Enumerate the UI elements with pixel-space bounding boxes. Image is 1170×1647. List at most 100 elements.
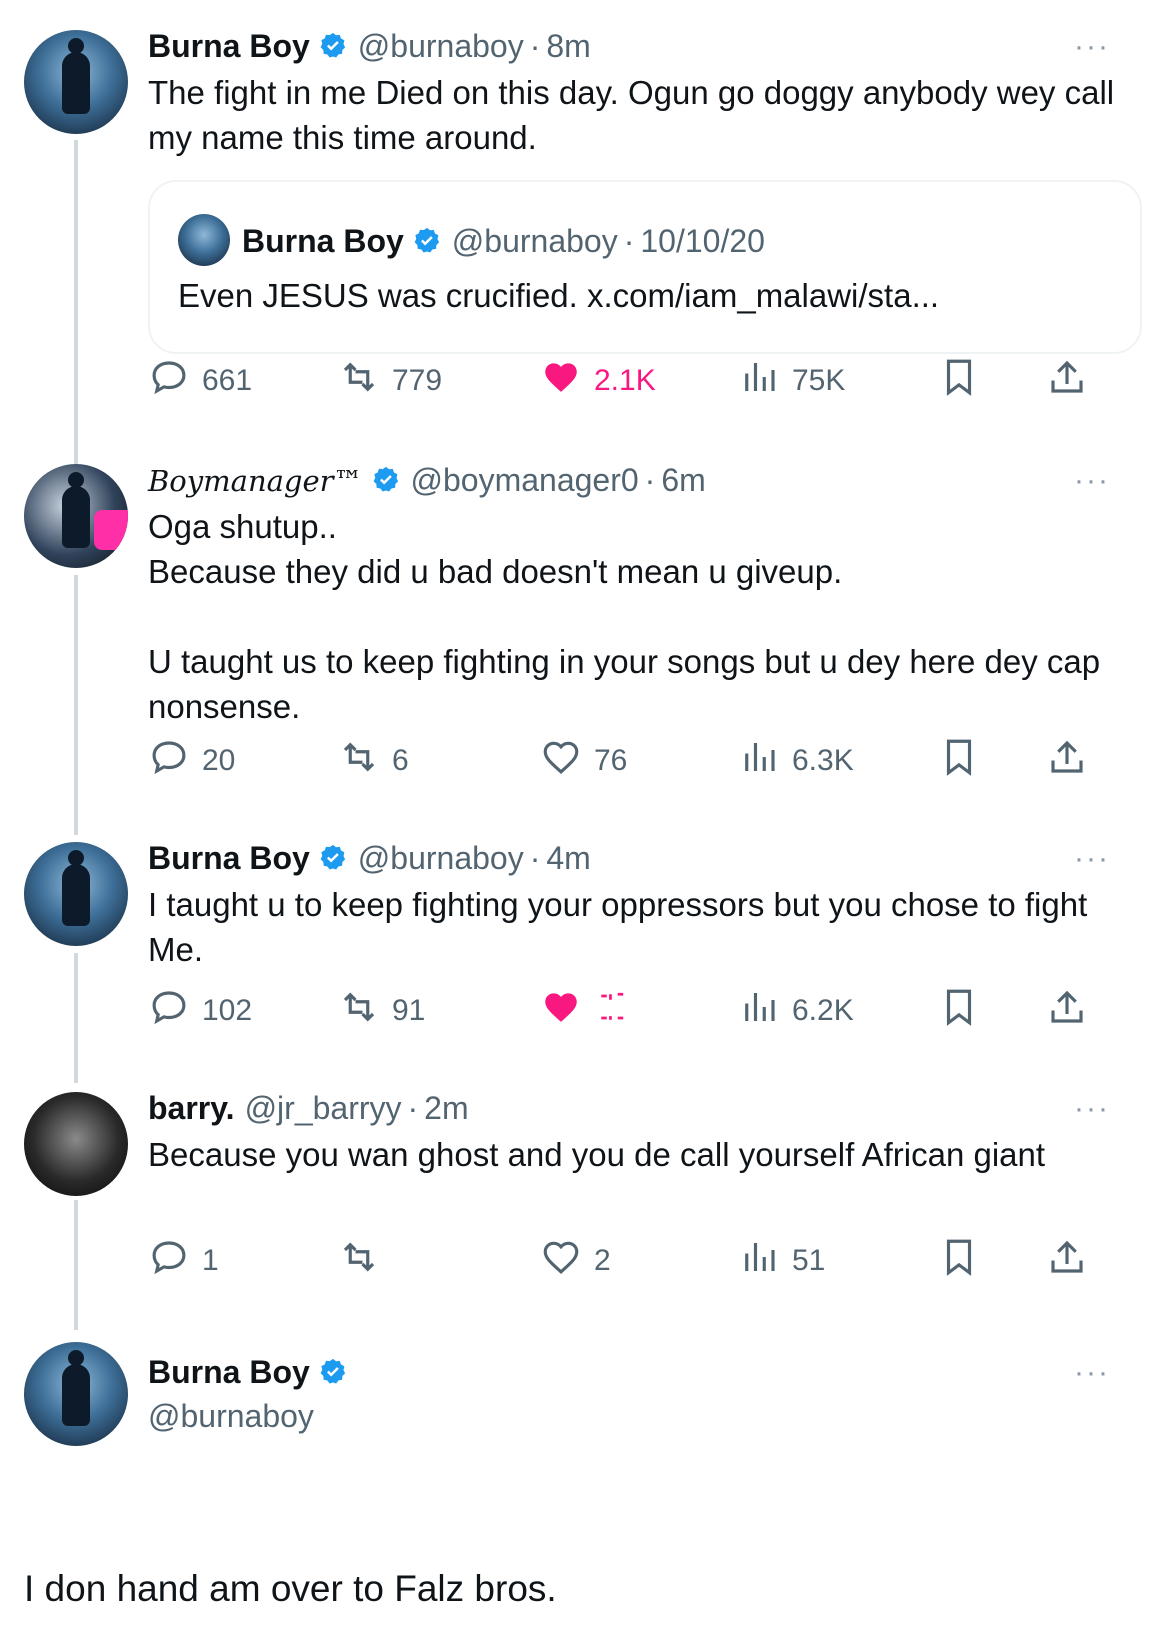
more-options-icon[interactable]: ··· [1074, 30, 1110, 64]
display-name[interactable]: Burna Boy [148, 1354, 310, 1390]
handle[interactable]: @burnaboy [358, 28, 524, 64]
share-icon [1046, 986, 1088, 1036]
verified-badge-icon [318, 31, 348, 69]
bookmark-button[interactable] [938, 736, 980, 786]
heart-icon [540, 1236, 582, 1286]
views-button[interactable]: 6.2K [738, 986, 854, 1036]
tweet-text: Oga shutup.. Because they did u bad does… [148, 508, 1101, 725]
handle[interactable]: @burnaboy [358, 840, 524, 876]
heart-icon [540, 736, 582, 786]
like-count: 2 [594, 1244, 611, 1277]
share-button[interactable] [1046, 356, 1088, 406]
views-count: 51 [792, 1244, 826, 1277]
views-chart-icon [738, 986, 780, 1036]
timestamp[interactable]: 8m [546, 28, 590, 64]
verified-badge-icon [318, 1357, 348, 1395]
avatar[interactable] [24, 1342, 128, 1446]
reply-button[interactable]: 1 [148, 1236, 219, 1286]
timestamp[interactable]: 4m [546, 840, 590, 876]
display-name[interactable]: barry. [148, 1090, 235, 1126]
views-count: 6.2K [792, 994, 854, 1027]
action-bar: 102 91 6.2K [148, 986, 1138, 1034]
tweet-text: Because you wan ghost and you de call yo… [148, 1136, 1046, 1173]
handle[interactable]: @boymanager0 [411, 462, 639, 498]
separator: · [623, 223, 635, 259]
like-button[interactable]: 76 [540, 736, 627, 786]
reply-count: 102 [202, 994, 253, 1027]
display-name[interactable]: Burna Boy [148, 28, 310, 64]
more-options-icon[interactable]: ··· [1074, 1356, 1110, 1390]
retweet-icon [338, 736, 380, 786]
bookmark-icon [938, 356, 980, 406]
views-chart-icon [738, 356, 780, 406]
handle[interactable]: @burnaboy [148, 1398, 314, 1434]
more-options-icon[interactable]: ··· [1074, 464, 1110, 498]
reply-button[interactable]: 20 [148, 736, 235, 786]
thread-line [74, 953, 78, 1083]
avatar[interactable] [24, 842, 128, 946]
tweet-text: I taught u to keep fighting your oppress… [148, 886, 1097, 968]
separator: · [407, 1090, 419, 1126]
retweet-count: 779 [392, 364, 443, 397]
retweet-button[interactable]: 6 [338, 736, 409, 786]
share-icon [1046, 1236, 1088, 1286]
more-options-icon[interactable]: ··· [1074, 842, 1110, 876]
reply-button[interactable]: 102 [148, 986, 252, 1036]
views-chart-icon [738, 1236, 780, 1286]
separator: · [529, 840, 541, 876]
bookmark-button[interactable] [938, 1236, 980, 1286]
retweet-button[interactable]: 779 [338, 356, 442, 406]
bookmark-icon [938, 986, 980, 1036]
share-icon [1046, 736, 1088, 786]
thread-line [74, 575, 78, 835]
tweet-header: Boymanager™ @boymanager0 · 6m [148, 462, 706, 503]
timestamp[interactable]: 2m [424, 1090, 468, 1126]
reply-count: 1 [202, 1244, 219, 1277]
display-name[interactable]: Boymanager™ [148, 464, 363, 498]
quoted-tweet[interactable]: Burna Boy @burnaboy · 10/10/20 Even JESUS w… [148, 180, 1142, 354]
date: 10/10/20 [640, 223, 765, 259]
timestamp[interactable]: 6m [661, 462, 705, 498]
like-button[interactable] [540, 986, 636, 1036]
verified-badge-icon [412, 226, 442, 264]
avatar[interactable] [24, 464, 128, 568]
reply-count: 661 [202, 364, 253, 397]
views-count: 6.3K [792, 744, 854, 777]
display-name[interactable]: Burna Boy [148, 840, 310, 876]
reply-icon [148, 356, 190, 406]
bookmark-button[interactable] [938, 356, 980, 406]
retweet-icon [338, 1236, 380, 1286]
share-button[interactable] [1046, 736, 1088, 786]
views-button[interactable]: 75K [738, 356, 845, 406]
verified-badge-icon [318, 843, 348, 881]
views-button[interactable]: 6.3K [738, 736, 854, 786]
handle[interactable]: @jr_barryy [245, 1090, 402, 1126]
verified-badge-icon [371, 465, 401, 503]
bookmark-icon [938, 736, 980, 786]
more-options-icon[interactable]: ··· [1074, 1092, 1110, 1126]
avatar[interactable] [24, 1092, 128, 1196]
tweet-text: The fight in me Died on this day. Ogun g… [148, 74, 1124, 156]
heart-filled-icon [540, 986, 582, 1036]
action-bar: 661 779 2.1K 75K [148, 356, 1138, 404]
reply-button[interactable]: 661 [148, 356, 252, 406]
share-button[interactable] [1046, 986, 1088, 1036]
avatar [178, 214, 230, 266]
bookmark-button[interactable] [938, 986, 980, 1036]
like-count: 2.1K [594, 364, 656, 397]
like-button[interactable]: 2.1K [540, 356, 656, 406]
views-button[interactable]: 51 [738, 1236, 825, 1286]
like-button[interactable]: 2 [540, 1236, 611, 1286]
share-button[interactable] [1046, 1236, 1088, 1286]
retweet-button[interactable] [338, 1236, 392, 1286]
action-bar: 20 6 76 6.3K [148, 736, 1138, 784]
retweet-button[interactable]: 91 [338, 986, 425, 1036]
retweet-count: 6 [392, 744, 409, 777]
reply-icon [148, 736, 190, 786]
display-name: Burna Boy [242, 223, 404, 259]
retweet-icon [338, 356, 380, 406]
avatar[interactable] [24, 30, 128, 134]
reply-icon [148, 1236, 190, 1286]
quoted-text: Even JESUS was crucified. x.com/iam_mala… [178, 277, 940, 314]
views-count: 75K [792, 364, 846, 397]
